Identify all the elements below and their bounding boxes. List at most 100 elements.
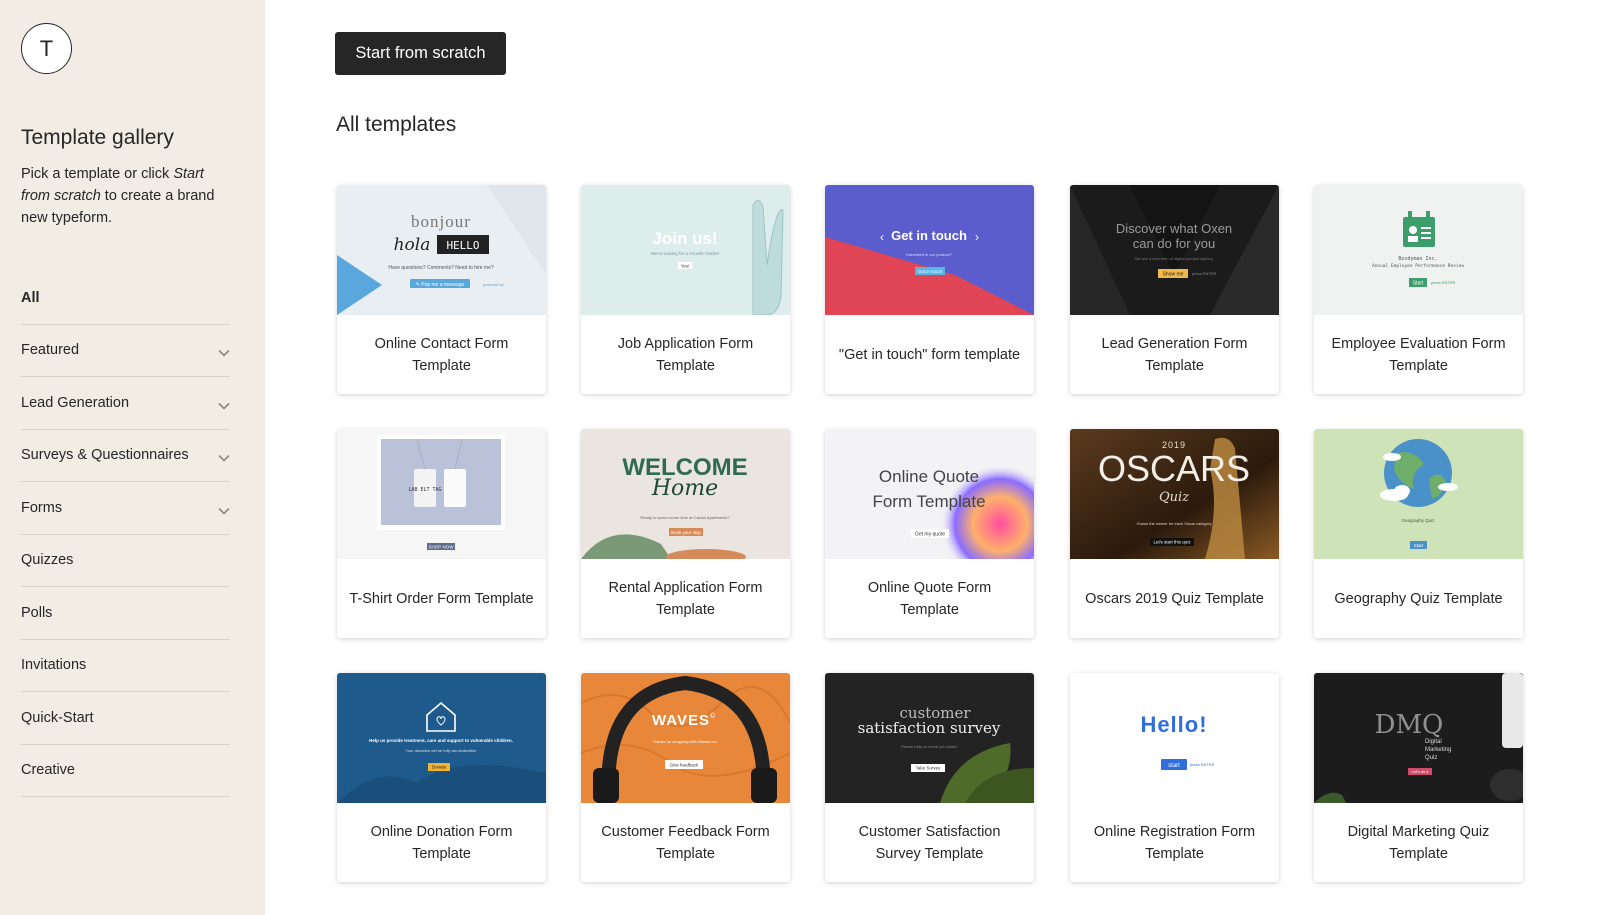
template-card[interactable]: Online Quote Form Template Get my quote O…: [825, 429, 1034, 638]
template-thumbnail: Join us! We're looking for a Growth Hack…: [581, 185, 790, 315]
sidebar-item-label: Surveys & Questionnaires: [21, 447, 189, 464]
template-title: Online Donation Form Template: [337, 803, 546, 882]
typeform-logo[interactable]: T: [21, 23, 72, 74]
template-title-text: Job Application Form Template: [617, 335, 754, 374]
svg-text:Thanks for shopping with Waves: Thanks for shopping with Waves Inc.: [652, 739, 717, 744]
svg-text:Geography Quiz: Geography Quiz: [1402, 518, 1436, 523]
svg-text:LAB ELT TAG: LAB ELT TAG: [408, 487, 441, 493]
template-card[interactable]: Join us! We're looking for a Growth Hack…: [581, 185, 790, 394]
sidebar-title: Template gallery: [21, 126, 174, 149]
svg-text:Discover what Oxen: Discover what Oxen: [1116, 221, 1232, 236]
template-card[interactable]: Discover what Oxen can do for you We are…: [1070, 185, 1279, 394]
sidebar-item-label: Creative: [21, 762, 75, 779]
svg-text:press ENTER: press ENTER: [1192, 271, 1217, 276]
template-title-text: Employee Evaluation Form Template: [1331, 335, 1506, 374]
sidebar-item-label: Lead Generation: [21, 394, 130, 411]
category-nav: All Featured Lead Generation Surveys & Ques…: [21, 272, 230, 797]
svg-text:Join us!: Join us!: [652, 229, 717, 248]
svg-text:We are a new form of digital p: We are a new form of digital product age…: [1135, 256, 1213, 261]
template-title-text: Oscars 2019 Quiz Template: [1085, 590, 1264, 607]
template-thumbnail: Help us provide treatment, care and supp…: [337, 673, 546, 803]
svg-text:Please help us serve you bette: Please help us serve you better: [901, 744, 958, 749]
svg-text:Guess the winner for each Osca: Guess the winner for each Oscar category: [1137, 521, 1212, 526]
sidebar-item-quizzes[interactable]: Quizzes: [21, 535, 230, 587]
template-card[interactable]: Get in touch ‹ › Interested in our produc…: [825, 185, 1034, 394]
svg-text:Have questions? Comments? Need: Have questions? Comments? Need to hire m…: [388, 265, 494, 271]
template-card[interactable]: customer satisfaction survey Please help…: [825, 673, 1034, 882]
sidebar-item-lead-generation[interactable]: Lead Generation: [21, 377, 230, 430]
template-thumbnail: WAVES © Thanks for shopping with Waves In…: [581, 673, 790, 803]
logo-letter: T: [39, 35, 54, 61]
svg-text:Book your stay: Book your stay: [671, 530, 702, 535]
template-title: "Get in touch" form template: [825, 315, 1034, 394]
template-card[interactable]: Hello! start press ENTER Online Registrat…: [1070, 673, 1279, 882]
template-card[interactable]: 2019 OSCARS Quiz Guess the winner for ea…: [1070, 429, 1279, 638]
svg-text:Quiz: Quiz: [1425, 755, 1437, 761]
template-title: T-Shirt Order Form Template: [337, 559, 546, 638]
sidebar-item-creative[interactable]: Creative: [21, 745, 230, 797]
sidebar-item-label: Invitations: [21, 657, 87, 674]
template-title-text: Rental Application Form Template: [608, 579, 763, 618]
chevron-down-icon[interactable]: [218, 450, 230, 462]
sidebar-item-invitations[interactable]: Invitations: [21, 640, 230, 692]
sidebar-item-label: Quizzes: [21, 552, 74, 569]
svg-text:Quiz: Quiz: [1159, 490, 1189, 505]
section-title: All templates: [336, 113, 457, 136]
template-card[interactable]: Help us provide treatment, care and supp…: [337, 673, 546, 882]
svg-text:Help us provide treatment, car: Help us provide treatment, care and supp…: [369, 738, 513, 743]
template-card[interactable]: LAB ELT TAG SHOP NOW T-Shirt Order Form T…: [337, 429, 546, 638]
svg-text:hola: hola: [394, 235, 431, 255]
template-title: Oscars 2019 Quiz Template: [1070, 559, 1279, 638]
template-title-text: T-Shirt Order Form Template: [349, 590, 534, 607]
template-title: Geography Quiz Template: [1314, 559, 1523, 638]
start-from-scratch-button[interactable]: Start from scratch: [335, 32, 506, 75]
template-thumbnail: WELCOME Home Ready to spend some time at…: [581, 429, 790, 559]
svg-text:Give feedback: Give feedback: [670, 763, 700, 768]
chevron-down-icon[interactable]: [218, 345, 230, 357]
svg-text:press ENTER: press ENTER: [1190, 762, 1215, 767]
svg-text:Take Survey: Take Survey: [916, 766, 942, 771]
svg-text:©: ©: [710, 712, 716, 720]
svg-text:Digital: Digital: [1425, 739, 1442, 745]
template-thumbnail: Discover what Oxen can do for you We are…: [1070, 185, 1279, 315]
template-card[interactable]: WAVES © Thanks for shopping with Waves In…: [581, 673, 790, 882]
sidebar-item-label: Polls: [21, 604, 53, 621]
sidebar-item-quick-start[interactable]: Quick-Start: [21, 692, 230, 745]
template-thumbnail: DMQ Digital Marketing Quiz Let's do it: [1314, 673, 1523, 803]
svg-text:Annual Employee Performance Re: Annual Employee Performance Review: [1372, 263, 1464, 269]
svg-text:Interested in our product?: Interested in our product?: [906, 252, 952, 257]
svg-text:powered by: powered by: [483, 282, 504, 287]
template-card[interactable]: bonjour hola HELLO Have questions? Comme…: [337, 185, 546, 394]
svg-text:Let's do it: Let's do it: [1412, 769, 1430, 774]
sidebar-item-surveys-questionnaires[interactable]: Surveys & Questionnaires: [21, 430, 230, 482]
template-thumbnail: Boxdyman Inc. Annual Employee Performanc…: [1314, 185, 1523, 315]
template-title: Online Registration Form Template: [1070, 803, 1279, 882]
sidebar-item-forms[interactable]: Forms: [21, 482, 230, 535]
template-card[interactable]: Boxdyman Inc. Annual Employee Performanc…: [1314, 185, 1523, 394]
sidebar-item-polls[interactable]: Polls: [21, 587, 230, 640]
template-title-text: Customer Feedback Form Template: [601, 823, 770, 862]
template-card[interactable]: Geography Quiz Start Geography Quiz Templ…: [1314, 429, 1523, 638]
sidebar-item-all[interactable]: All: [21, 272, 230, 325]
svg-text:satisfaction survey: satisfaction survey: [858, 719, 1001, 737]
svg-text:Boxdyman Inc.: Boxdyman Inc.: [1398, 256, 1437, 262]
svg-text:WAVES: WAVES: [652, 712, 710, 729]
svg-text:Form Template: Form Template: [872, 492, 985, 511]
template-title: Online Quote Form Template: [825, 559, 1034, 638]
template-card[interactable]: WELCOME Home Ready to spend some time at…: [581, 429, 790, 638]
chevron-down-icon[interactable]: [218, 503, 230, 515]
svg-text:Get in touch: Get in touch: [891, 228, 967, 243]
sidebar-description: Pick a template or click Start from scra…: [21, 163, 236, 229]
sidebar-item-label: All: [21, 289, 40, 306]
chevron-down-icon[interactable]: [218, 398, 230, 410]
template-thumbnail: bonjour hola HELLO Have questions? Comme…: [337, 185, 546, 315]
template-title-text: Digital Marketing Quiz Template: [1347, 823, 1490, 862]
template-title: Digital Marketing Quiz Template: [1314, 803, 1523, 882]
template-thumbnail: Get in touch ‹ › Interested in our produc…: [825, 185, 1034, 315]
svg-text:Start: Start: [1413, 281, 1424, 287]
template-card[interactable]: DMQ Digital Marketing Quiz Let's do it Digi…: [1314, 673, 1523, 882]
svg-text:Get my quote: Get my quote: [915, 532, 945, 538]
template-title-text: Online Quote Form Template: [867, 579, 992, 618]
template-title-text: Online Registration Form Template: [1093, 823, 1256, 862]
sidebar-item-featured[interactable]: Featured: [21, 325, 230, 377]
